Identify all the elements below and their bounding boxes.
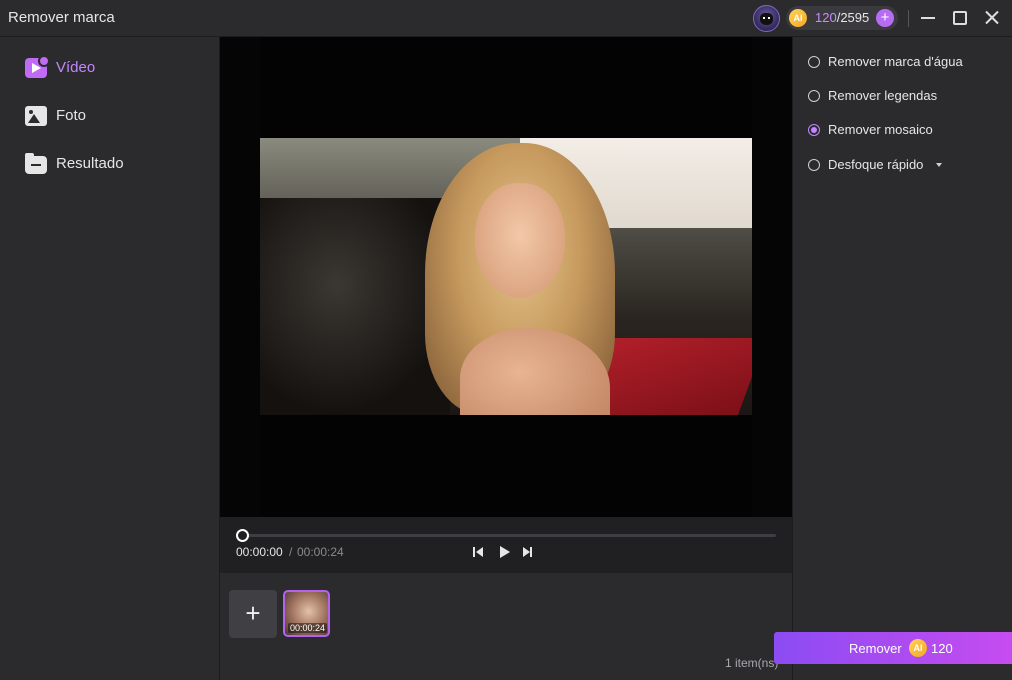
credit-balance: 120/2595 [815, 10, 869, 25]
remove-cost: 120 [931, 641, 953, 656]
remove-button-label: Remover [849, 641, 902, 656]
app-title: Remover marca [8, 9, 115, 26]
option-label: Desfoque rápido [828, 157, 924, 172]
radio-button[interactable] [808, 90, 820, 102]
sidebar-item-label: Resultado [56, 155, 124, 172]
time-separator: / [289, 545, 293, 559]
option-label: Remover mosaico [828, 122, 933, 137]
photo-icon [25, 106, 47, 126]
ai-credit-icon: AI [909, 639, 927, 657]
playback-controls: 00:00:00 / 00:00:24 [220, 517, 792, 573]
radio-button-selected[interactable] [808, 124, 820, 136]
media-strip: + 00:00:24 1 item(ns) [220, 573, 792, 680]
seek-handle[interactable] [236, 529, 249, 542]
chevron-down-icon[interactable] [936, 163, 942, 167]
next-frame-icon[interactable] [522, 546, 536, 559]
user-avatar[interactable] [753, 5, 780, 32]
sidebar-item-photo[interactable]: Foto [0, 96, 219, 136]
folder-icon [25, 153, 47, 174]
video-preview[interactable] [260, 138, 752, 415]
current-time: 00:00:00 [236, 545, 283, 559]
sidebar-item-label: Vídeo [56, 59, 96, 76]
preview-subject-face [475, 183, 565, 298]
options-panel: Remover marca d'água Remover legendas Re… [792, 37, 1012, 680]
play-icon[interactable] [499, 546, 513, 559]
minimize-icon[interactable] [918, 8, 938, 28]
previous-frame-icon[interactable] [473, 546, 487, 559]
video-player [220, 37, 792, 517]
video-icon [25, 55, 50, 78]
preview-crowd [260, 198, 450, 415]
credits-used: 120 [815, 10, 837, 25]
remove-button[interactable]: Remover AI 120 [774, 632, 1012, 664]
sidebar: Vídeo Foto Resultado [0, 37, 220, 680]
seek-bar[interactable] [242, 534, 776, 537]
option-label: Remover marca d'água [828, 54, 963, 69]
close-icon[interactable] [982, 8, 1002, 28]
option-label: Remover legendas [828, 88, 938, 103]
sidebar-item-video[interactable]: Vídeo [0, 48, 219, 88]
radio-button[interactable] [808, 56, 820, 68]
title-bar: Remover marca AI 120/2595 + [0, 0, 1012, 37]
add-credits-button[interactable]: + [876, 9, 894, 27]
thumbnail-duration: 00:00:24 [288, 623, 328, 633]
credits-total: /2595 [836, 10, 870, 25]
total-time: 00:00:24 [297, 545, 344, 559]
credits-counter: AI 120/2595 + [786, 6, 898, 30]
video-thumbnail[interactable]: 00:00:24 [283, 590, 330, 637]
sidebar-item-label: Foto [56, 107, 87, 124]
add-media-button[interactable]: + [229, 590, 277, 638]
sidebar-item-result[interactable]: Resultado [0, 144, 219, 184]
maximize-icon[interactable] [950, 8, 970, 28]
titlebar-divider [908, 10, 909, 27]
ai-credit-icon: AI [789, 9, 807, 27]
radio-button[interactable] [808, 159, 820, 171]
item-count: 1 item(ns) [725, 656, 779, 670]
